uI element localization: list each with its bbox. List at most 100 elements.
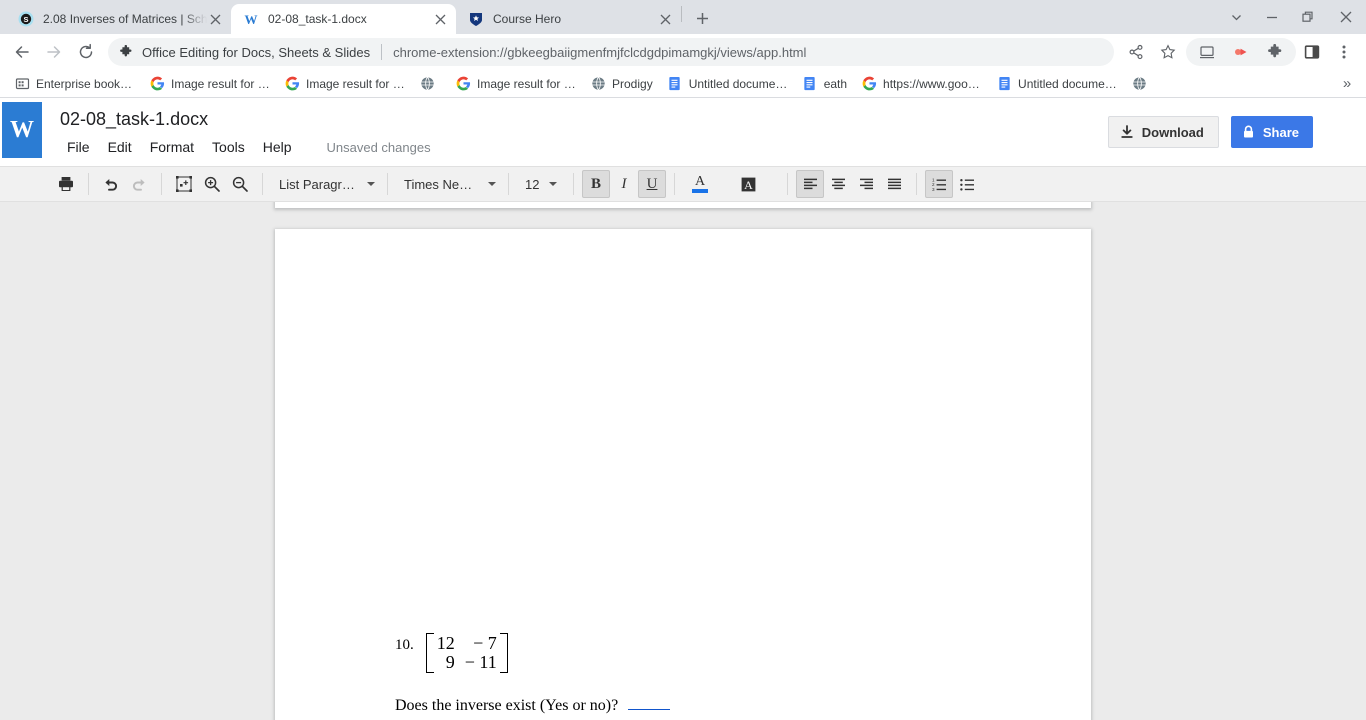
- title-and-menus: 02-08_task-1.docx File Edit Format Tools…: [60, 98, 1108, 158]
- address-bar[interactable]: Office Editing for Docs, Sheets & Slides…: [108, 38, 1114, 66]
- text-color-icon: A: [692, 175, 708, 193]
- bookmark-label: Image result for mi...: [477, 76, 576, 91]
- browser-tab-word-doc[interactable]: W 02-08_task-1.docx: [231, 4, 456, 34]
- align-right-icon[interactable]: [852, 170, 880, 198]
- menu-edit[interactable]: Edit: [101, 136, 139, 158]
- bookmark-untitled-document-2[interactable]: Untitled document -...: [990, 73, 1125, 95]
- tab-search-icon[interactable]: [1218, 1, 1254, 33]
- extensions-pill: [1186, 38, 1296, 66]
- close-icon[interactable]: [207, 11, 223, 27]
- redo-icon[interactable]: [125, 170, 153, 198]
- undo-icon[interactable]: [97, 170, 125, 198]
- svg-text:S: S: [23, 15, 28, 24]
- align-left-icon[interactable]: [796, 170, 824, 198]
- font-family-select[interactable]: Times New ...: [396, 171, 500, 197]
- matrix-cell-r1c1: 12: [436, 633, 455, 653]
- zoom-in-icon[interactable]: [198, 170, 226, 198]
- bulleted-list-icon[interactable]: [953, 170, 981, 198]
- bookmark-globe-1[interactable]: [413, 73, 449, 95]
- google-docs-icon: [996, 76, 1012, 92]
- toolbar-divider: [916, 173, 917, 195]
- chevron-down-icon: [367, 182, 375, 186]
- toolbar-divider: [508, 173, 509, 195]
- chevron-down-icon: [549, 182, 558, 186]
- bookmark-prodigy[interactable]: Prodigy: [584, 73, 661, 95]
- document-title[interactable]: 02-08_task-1.docx: [60, 108, 1108, 130]
- text-color-dropdown[interactable]: [717, 170, 731, 198]
- google-icon: [149, 76, 165, 92]
- italic-button[interactable]: I: [610, 170, 638, 198]
- toolbar-divider: [674, 173, 675, 195]
- tab-divider: [681, 5, 682, 22]
- fit-to-page-icon[interactable]: [170, 170, 198, 198]
- zoom-out-icon[interactable]: [226, 170, 254, 198]
- bookmark-label: Untitled document -...: [688, 76, 788, 91]
- three-dot-menu-icon[interactable]: [1330, 38, 1358, 66]
- browser-tab-course-hero[interactable]: Course Hero: [456, 4, 681, 34]
- download-icon: [1120, 125, 1142, 139]
- highlight-color-dropdown[interactable]: [765, 170, 779, 198]
- answer-blank[interactable]: [628, 696, 671, 710]
- star-icon[interactable]: [1154, 38, 1182, 66]
- document-page[interactable]: 10. 12 − 7 9 − 11 Does the inverse exist…: [275, 229, 1091, 720]
- enterprise-folder-icon: [14, 76, 30, 92]
- maximize-icon[interactable]: [1290, 1, 1326, 33]
- close-icon[interactable]: [1326, 1, 1366, 33]
- puzzle-piece-icon[interactable]: [1261, 38, 1289, 66]
- font-size-select[interactable]: 12: [517, 171, 565, 197]
- paragraph-style-select[interactable]: List Paragra...: [271, 171, 379, 197]
- google-icon: [455, 76, 471, 92]
- bookmark-eath[interactable]: eath: [796, 73, 855, 95]
- new-tab-button[interactable]: [688, 4, 716, 32]
- globe-icon: [1131, 76, 1147, 92]
- bookmark-image-result-ind[interactable]: Image result for ind...: [143, 73, 278, 95]
- side-panel-icon[interactable]: [1298, 38, 1326, 66]
- globe-icon: [419, 76, 435, 92]
- download-button[interactable]: Download: [1107, 116, 1219, 148]
- chevron-down-icon: [488, 182, 496, 186]
- bookmark-google-url[interactable]: https://www.googl...: [855, 73, 990, 95]
- print-icon[interactable]: [52, 170, 80, 198]
- tab-title: 02-08_task-1.docx: [268, 12, 367, 26]
- bookmark-untitled-document-1[interactable]: Untitled document -...: [661, 73, 796, 95]
- close-icon[interactable]: [657, 11, 673, 27]
- document-canvas[interactable]: 10. 12 − 7 9 − 11 Does the inverse exist…: [0, 202, 1366, 720]
- close-icon[interactable]: [432, 11, 448, 27]
- back-arrow-icon[interactable]: [8, 38, 36, 66]
- cast-icon[interactable]: [1193, 38, 1221, 66]
- browser-tab-schoology[interactable]: S 2.08 Inverses of Matrices | Schoo: [6, 4, 231, 34]
- question-prompt-text: Does the inverse exist (Yes or no)?: [395, 697, 619, 714]
- matrix-2x2: 12 − 7 9 − 11: [425, 633, 508, 673]
- bookmark-image-result-mu[interactable]: Image result for mu...: [278, 73, 413, 95]
- toolbar-divider: [787, 173, 788, 195]
- bookmark-enterprise-bookmarks[interactable]: Enterprise bookmarks: [8, 73, 143, 95]
- menu-file[interactable]: File: [60, 136, 97, 158]
- bookmarks-overflow-icon[interactable]: »: [1336, 73, 1358, 95]
- menu-format[interactable]: Format: [143, 136, 201, 158]
- highlight-color-button[interactable]: A: [731, 170, 765, 198]
- bookmark-globe-2[interactable]: [1125, 73, 1161, 95]
- align-justify-icon[interactable]: [880, 170, 908, 198]
- minimize-icon[interactable]: [1254, 1, 1290, 33]
- toolbar-divider: [387, 173, 388, 195]
- question-number: 10.: [395, 637, 414, 653]
- share-icon[interactable]: [1122, 38, 1150, 66]
- extension-red-icon[interactable]: [1227, 38, 1255, 66]
- bold-button[interactable]: B: [582, 170, 610, 198]
- url-text: chrome-extension://gbkeegbaiigmenfmjfclc…: [393, 44, 807, 60]
- schoology-icon: S: [18, 11, 34, 27]
- share-button[interactable]: Share: [1230, 116, 1313, 148]
- text-color-button[interactable]: A: [683, 170, 717, 198]
- forward-arrow-icon[interactable]: [40, 38, 68, 66]
- menu-help[interactable]: Help: [256, 136, 299, 158]
- underline-button[interactable]: U: [638, 170, 666, 198]
- bookmark-label: Image result for ind...: [171, 76, 270, 91]
- menu-tools[interactable]: Tools: [205, 136, 252, 158]
- browser-window: S 2.08 Inverses of Matrices | Schoo W 02…: [0, 0, 1366, 720]
- paragraph-style-value: List Paragra...: [279, 176, 357, 192]
- align-center-icon[interactable]: [824, 170, 852, 198]
- reload-icon[interactable]: [72, 38, 100, 66]
- bookmark-image-result-mi[interactable]: Image result for mi...: [449, 73, 584, 95]
- bookmark-label: eath: [823, 76, 848, 91]
- numbered-list-icon[interactable]: 1 2 3: [925, 170, 953, 198]
